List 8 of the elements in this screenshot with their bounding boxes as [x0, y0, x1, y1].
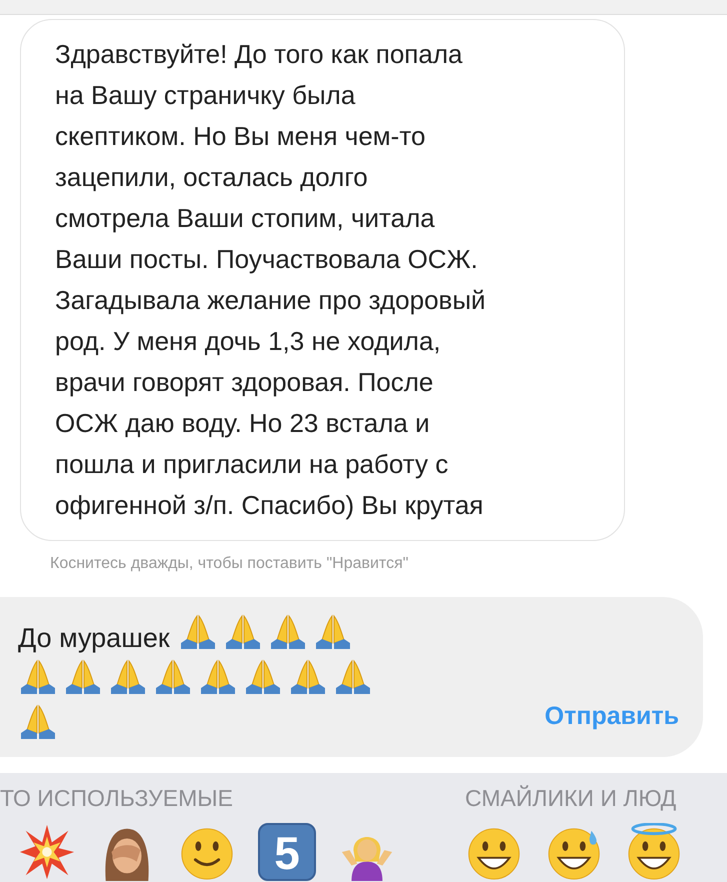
- message-input[interactable]: До мурашек: [18, 613, 398, 748]
- send-button[interactable]: Отправить: [540, 698, 683, 735]
- category-header[interactable]: ТО ИСПОЛЬЗУЕМЫЕ: [0, 773, 465, 815]
- message-text: Здравствуйте! До того как попала на Вашу страничку была скептиком. Но Вы меня чем-то зацепили, осталась долго смотрела Ваши стопим, читала Ваши посты. Поучаствовала ОСЖ. Загадывала желание про здоровый род. У меня дочь 1,3 не ходила, врачи говорят здоровая. После ОСЖ даю воду. Но 23 встала и пошла и пригласили на работу с офигенной з/п. Спасибо) Вы крутая: [55, 38, 487, 522]
- like-hint: Коснитесь дважды, чтобы поставить "Нравится": [50, 555, 410, 573]
- keycap-key[interactable]: 5: [258, 823, 316, 881]
- category-header[interactable]: СМАЙЛИКИ И ЛЮД: [465, 773, 683, 815]
- explosion-icon[interactable]: [18, 823, 76, 881]
